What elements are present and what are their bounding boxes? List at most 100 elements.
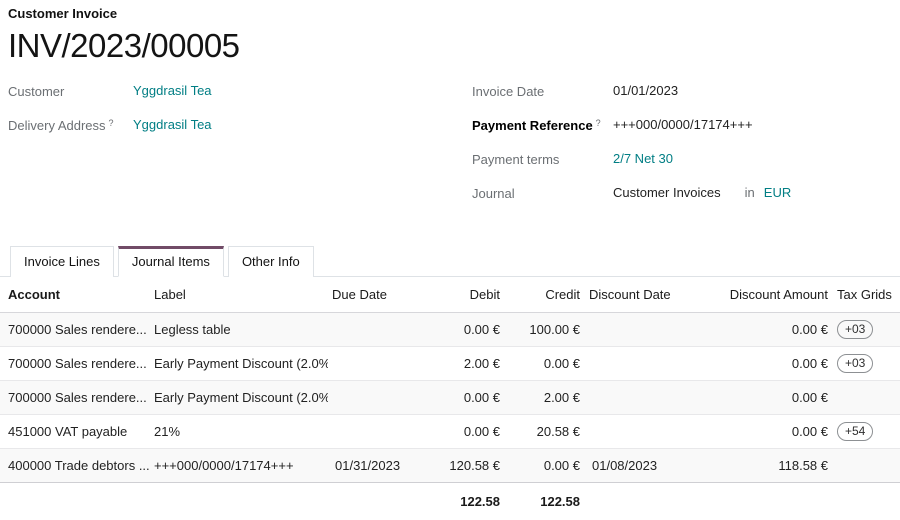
- journal-items-table: Account Label Due Date Debit Credit Disc…: [0, 277, 900, 520]
- column-header-due-date[interactable]: Due Date: [328, 277, 408, 312]
- cell-due-date[interactable]: [328, 414, 408, 448]
- table-row[interactable]: 451000 VAT payable 21% 0.00 € 20.58 € 0.…: [0, 414, 900, 448]
- tab-invoice-lines[interactable]: Invoice Lines: [10, 246, 114, 277]
- table-row[interactable]: 700000 Sales rendere... Early Payment Di…: [0, 346, 900, 380]
- field-payment-terms: Payment terms 2/7 Net 30: [472, 151, 892, 171]
- delivery-address-value[interactable]: Yggdrasil Tea: [133, 117, 212, 132]
- cell-discount-amount[interactable]: 0.00 €: [725, 380, 833, 414]
- cell-account[interactable]: 700000 Sales rendere...: [0, 380, 150, 414]
- cell-discount-date[interactable]: [585, 380, 725, 414]
- table-row[interactable]: 700000 Sales rendere... Legless table 0.…: [0, 312, 900, 346]
- column-header-account[interactable]: Account: [0, 277, 150, 312]
- table-row[interactable]: 700000 Sales rendere... Early Payment Di…: [0, 380, 900, 414]
- total-debit: 122.58: [408, 482, 505, 520]
- customer-value[interactable]: Yggdrasil Tea: [133, 83, 212, 98]
- column-header-discount-date[interactable]: Discount Date: [585, 277, 725, 312]
- help-question-icon: ?: [596, 118, 601, 128]
- invoice-date-label: Invoice Date: [472, 83, 613, 99]
- cell-tax-grids[interactable]: +54: [833, 414, 900, 448]
- table-header-row: Account Label Due Date Debit Credit Disc…: [0, 277, 900, 312]
- cell-account[interactable]: 700000 Sales rendere...: [0, 312, 150, 346]
- cell-discount-amount[interactable]: 0.00 €: [725, 312, 833, 346]
- column-header-label[interactable]: Label: [150, 277, 328, 312]
- cell-due-date[interactable]: [328, 346, 408, 380]
- totals-spacer: [585, 482, 725, 520]
- cell-tax-grids[interactable]: [833, 380, 900, 414]
- column-header-credit[interactable]: Credit: [505, 277, 585, 312]
- totals-spacer: [328, 482, 408, 520]
- cell-credit[interactable]: 2.00 €: [505, 380, 585, 414]
- payment-reference-label-text: Payment Reference: [472, 118, 593, 133]
- cell-label[interactable]: Legless table: [150, 312, 328, 346]
- payment-terms-value[interactable]: 2/7 Net 30: [613, 151, 673, 166]
- notebook: Invoice Lines Journal Items Other Info A…: [0, 246, 900, 520]
- field-customer: Customer Yggdrasil Tea: [8, 83, 464, 103]
- cell-tax-grids[interactable]: +03: [833, 312, 900, 346]
- cell-credit[interactable]: 20.58 €: [505, 414, 585, 448]
- cell-debit[interactable]: 0.00 €: [408, 380, 505, 414]
- cell-credit[interactable]: 100.00 €: [505, 312, 585, 346]
- field-column-left: Customer Yggdrasil Tea Delivery Address?…: [8, 83, 464, 219]
- cell-discount-amount[interactable]: 0.00 €: [725, 346, 833, 380]
- customer-label: Customer: [8, 83, 133, 99]
- payment-terms-label: Payment terms: [472, 151, 613, 167]
- totals-spacer: [150, 482, 328, 520]
- tax-grid-badge: +03: [837, 354, 873, 373]
- cell-account[interactable]: 700000 Sales rendere...: [0, 346, 150, 380]
- field-journal: Journal Customer Invoices in EUR: [472, 185, 892, 205]
- cell-label[interactable]: Early Payment Discount (2.0%): [150, 380, 328, 414]
- totals-spacer: [725, 482, 833, 520]
- cell-discount-amount[interactable]: 118.58 €: [725, 448, 833, 482]
- cell-debit[interactable]: 0.00 €: [408, 414, 505, 448]
- invoice-form: Customer Invoice INV/2023/00005 Customer…: [0, 0, 900, 219]
- field-delivery-address: Delivery Address? Yggdrasil Tea: [8, 117, 464, 137]
- page-title: INV/2023/00005: [8, 28, 892, 64]
- field-payment-reference: Payment Reference? +++000/0000/17174+++: [472, 117, 892, 137]
- field-group: Customer Yggdrasil Tea Delivery Address?…: [8, 83, 892, 219]
- table-row[interactable]: 400000 Trade debtors ... +++000/0000/171…: [0, 448, 900, 482]
- cell-credit[interactable]: 0.00 €: [505, 448, 585, 482]
- tax-grid-badge: +54: [837, 422, 873, 441]
- cell-label[interactable]: 21%: [150, 414, 328, 448]
- cell-due-date[interactable]: [328, 312, 408, 346]
- column-header-tax-grids[interactable]: Tax Grids: [833, 277, 900, 312]
- cell-due-date[interactable]: [328, 380, 408, 414]
- total-credit: 122.58: [505, 482, 585, 520]
- payment-reference-label: Payment Reference?: [472, 117, 613, 133]
- cell-label[interactable]: Early Payment Discount (2.0%): [150, 346, 328, 380]
- tab-other-info[interactable]: Other Info: [228, 246, 314, 277]
- journal-label: Journal: [472, 185, 613, 201]
- cell-account[interactable]: 451000 VAT payable: [0, 414, 150, 448]
- cell-debit[interactable]: 0.00 €: [408, 312, 505, 346]
- tab-journal-items[interactable]: Journal Items: [118, 246, 224, 277]
- cell-account[interactable]: 400000 Trade debtors ...: [0, 448, 150, 482]
- cell-discount-date[interactable]: [585, 312, 725, 346]
- column-header-debit[interactable]: Debit: [408, 277, 505, 312]
- tab-bar: Invoice Lines Journal Items Other Info: [0, 246, 900, 277]
- cell-tax-grids[interactable]: [833, 448, 900, 482]
- field-invoice-date: Invoice Date 01/01/2023: [472, 83, 892, 103]
- cell-credit[interactable]: 0.00 €: [505, 346, 585, 380]
- totals-row: 122.58 122.58: [0, 482, 900, 520]
- cell-debit[interactable]: 120.58 €: [408, 448, 505, 482]
- cell-discount-date[interactable]: 01/08/2023: [585, 448, 725, 482]
- journal-value[interactable]: Customer Invoices: [613, 185, 721, 200]
- cell-due-date[interactable]: 01/31/2023: [328, 448, 408, 482]
- journal-in-word: in: [745, 185, 755, 200]
- delivery-address-label-text: Delivery Address: [8, 118, 106, 133]
- help-question-icon: ?: [109, 118, 114, 128]
- cell-discount-date[interactable]: [585, 414, 725, 448]
- cell-label[interactable]: +++000/0000/17174+++: [150, 448, 328, 482]
- journal-currency[interactable]: EUR: [764, 185, 791, 200]
- payment-reference-value[interactable]: +++000/0000/17174+++: [613, 117, 753, 132]
- invoice-date-value[interactable]: 01/01/2023: [613, 83, 678, 98]
- delivery-address-label: Delivery Address?: [8, 117, 133, 133]
- cell-debit[interactable]: 2.00 €: [408, 346, 505, 380]
- breadcrumb[interactable]: Customer Invoice: [8, 6, 892, 21]
- column-header-discount-amount[interactable]: Discount Amount: [725, 277, 833, 312]
- tax-grid-badge: +03: [837, 320, 873, 339]
- cell-discount-date[interactable]: [585, 346, 725, 380]
- cell-discount-amount[interactable]: 0.00 €: [725, 414, 833, 448]
- field-column-right: Invoice Date 01/01/2023 Payment Referenc…: [472, 83, 892, 219]
- cell-tax-grids[interactable]: +03: [833, 346, 900, 380]
